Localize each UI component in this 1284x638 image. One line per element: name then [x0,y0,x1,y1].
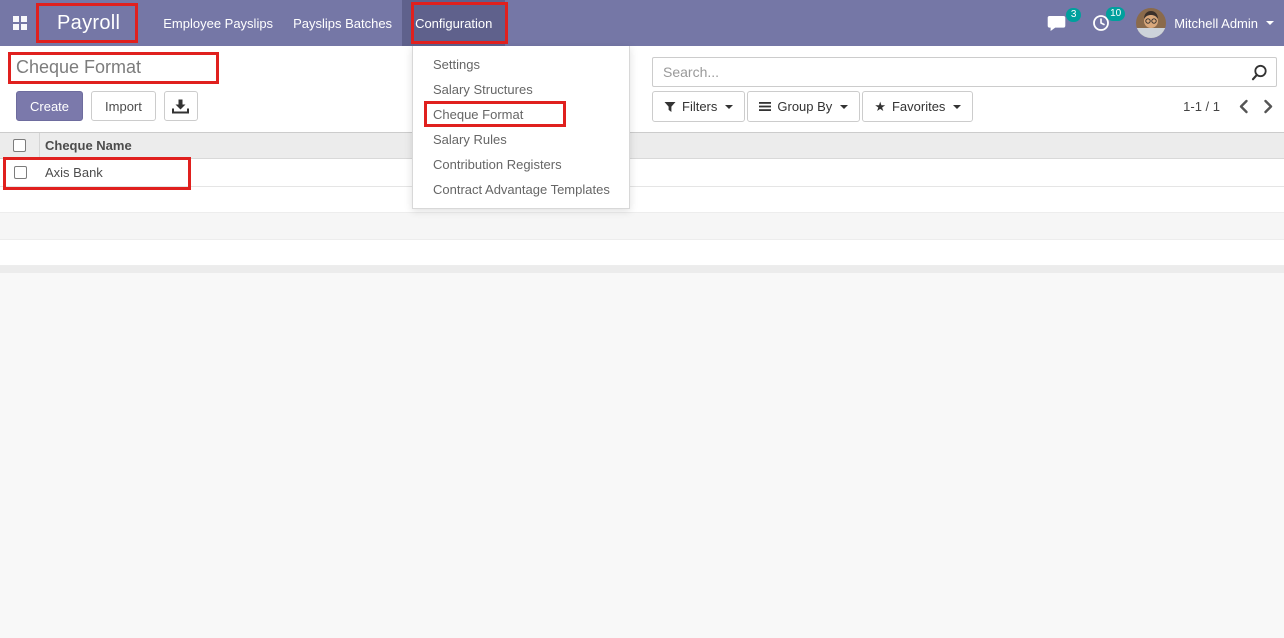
column-header-cheque-name[interactable]: Cheque Name [40,138,132,153]
action-buttons: Create Import [16,91,198,121]
dropdown-item-settings[interactable]: Settings [413,52,629,77]
activities-badge: 10 [1106,7,1126,21]
menu-configuration[interactable]: Configuration [402,0,506,46]
messages-button[interactable]: 3 [1047,7,1082,32]
header-check-cell [0,133,40,158]
pager-range: 1-1 / 1 [1183,99,1220,114]
dropdown-item-salary-structures[interactable]: Salary Structures [413,77,629,102]
configuration-dropdown: Settings Salary Structures Cheque Format… [412,46,630,209]
list-header-row: Cheque Name [0,133,1284,159]
menu-employee-payslips[interactable]: Employee Payslips [153,0,283,46]
chat-bubble-icon [1047,15,1066,31]
app-title[interactable]: Payroll [57,12,120,35]
dropdown-item-contribution-registers[interactable]: Contribution Registers [413,152,629,177]
menu-payslips-batches[interactable]: Payslips Batches [283,0,402,46]
filters-caret-icon [725,104,734,109]
import-button[interactable]: Import [91,91,156,121]
dropdown-item-cheque-format[interactable]: Cheque Format [413,102,629,127]
activities-button[interactable]: 10 [1092,7,1126,32]
row-check-cell [0,159,40,186]
main-menu: Employee Payslips Payslips Batches Confi… [153,0,506,46]
control-panel: Cheque Format Create Import Filters [0,46,1284,133]
empty-row [0,240,1284,266]
filter-funnel-icon [664,101,676,112]
empty-row [0,187,1284,213]
messages-badge: 3 [1066,7,1082,22]
pager-previous-button[interactable] [1236,97,1251,116]
chevron-left-icon [1239,99,1248,114]
table-end-divider [0,266,1284,273]
systray: 3 10 Mitchell Admin [1047,7,1274,38]
select-all-checkbox[interactable] [13,139,26,152]
dropdown-item-salary-rules[interactable]: Salary Rules [413,127,629,152]
chevron-right-icon [1264,99,1273,114]
row-checkbox[interactable] [13,166,27,179]
dropdown-item-contract-advantage-templates[interactable]: Contract Advantage Templates [413,177,629,202]
table-row[interactable]: Axis Bank [0,159,1284,187]
search-submit-button[interactable] [1242,64,1276,81]
cheque-name-cell[interactable]: Axis Bank [40,165,103,180]
favorites-button[interactable]: ★ Favorites [862,91,974,122]
breadcrumb[interactable]: Cheque Format [16,57,141,78]
download-icon [172,99,190,113]
create-button[interactable]: Create [16,91,84,121]
page-background [0,273,1284,638]
filters-button[interactable]: Filters [652,91,746,122]
favorites-star-icon: ★ [874,98,886,114]
search-input[interactable] [653,64,1242,80]
favorites-caret-icon [953,104,962,109]
export-button[interactable] [163,91,198,121]
search-box [652,57,1277,87]
apps-grid-icon [13,16,27,30]
search-options-row: Filters Group By ★ Favorites 1-1 / 1 [652,91,1276,122]
user-menu-caret-icon[interactable] [1266,21,1274,25]
avatar-photo [1136,8,1167,38]
search-icon [1251,64,1267,80]
user-name[interactable]: Mitchell Admin [1174,16,1258,31]
apps-menu-button[interactable] [9,0,31,46]
group-by-button[interactable]: Group By [747,91,861,122]
pager: 1-1 / 1 [1183,97,1276,116]
user-avatar[interactable] [1136,8,1167,38]
group-by-bars-icon [759,102,772,111]
pager-next-button[interactable] [1261,97,1276,116]
top-navbar: Payroll Employee Payslips Payslips Batch… [0,0,1284,46]
empty-row [0,213,1284,240]
group-by-caret-icon [840,104,849,109]
